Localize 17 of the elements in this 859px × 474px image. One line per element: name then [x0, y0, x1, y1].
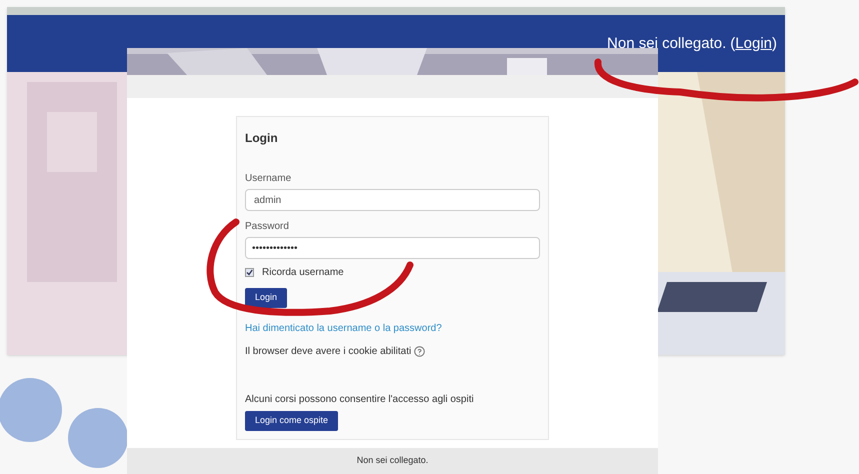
guest-note: Alcuni corsi possono consentire l'accesso agli ospiti	[245, 393, 475, 407]
login-button[interactable]: Login	[245, 288, 288, 308]
cookie-note: Il browser deve avere i cookie abilitati	[245, 345, 412, 359]
username-field[interactable]: admin	[245, 189, 540, 211]
help-icon[interactable]	[414, 346, 426, 357]
bracket-text: )	[772, 34, 777, 54]
password-label: Password	[245, 220, 290, 234]
bracket-text: (	[730, 34, 736, 54]
footer-text: Non sei collegato.	[356, 454, 428, 468]
username-label: Username	[245, 172, 292, 186]
card-title: Login	[245, 130, 279, 147]
header-status-text: Non sei collegato.	[607, 34, 726, 54]
remember-label: Ricorda username	[262, 266, 344, 280]
header-login-link[interactable]: Login	[735, 33, 772, 56]
guest-login-button[interactable]: Login come ospite	[245, 411, 338, 431]
password-field[interactable]: •••••••••••••	[245, 237, 540, 259]
remember-checkbox[interactable]	[245, 268, 254, 277]
